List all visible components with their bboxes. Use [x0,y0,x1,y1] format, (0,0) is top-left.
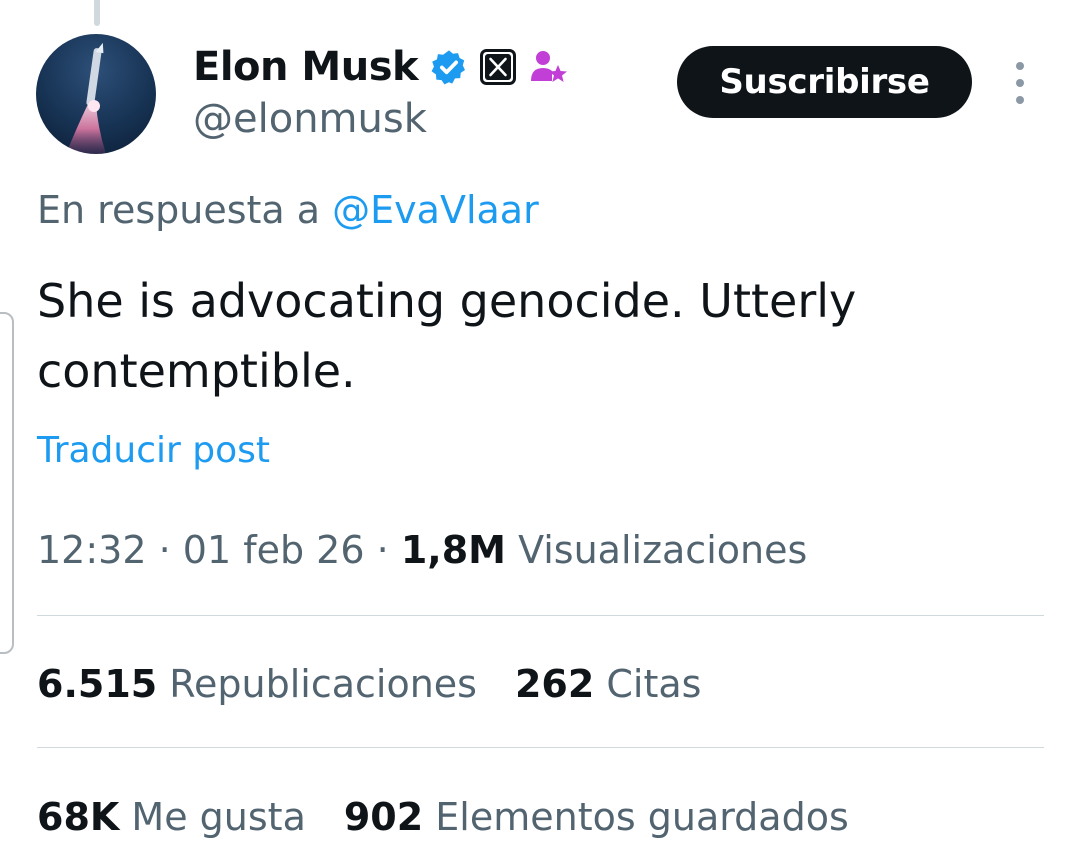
subscribe-button[interactable]: Suscribirse [677,46,972,118]
x-affiliate-badge-icon[interactable] [480,49,517,85]
meta-separator: · [376,528,389,572]
avatar[interactable] [36,34,156,154]
author-handle[interactable]: @elonmusk [193,96,427,142]
likes-count: 68K [37,795,120,839]
verified-badge-icon[interactable] [430,48,468,86]
reposts-label: Republicaciones [169,662,477,706]
views-count: 1,8M [400,528,506,572]
divider [37,615,1044,616]
views-label: Visualizaciones [518,528,808,572]
person-star-icon[interactable] [528,47,568,87]
author-name-row: Elon Musk [193,40,568,94]
quotes-stat[interactable]: 262 Citas [515,662,702,706]
post-date[interactable]: 01 feb 26 [183,528,365,572]
author-display-name[interactable]: Elon Musk [193,44,419,90]
reposts-stat[interactable]: 6.515 Republicaciones [37,662,477,706]
translate-post-link[interactable]: Traducir post [37,430,270,471]
post-meta: 12:32 · 01 feb 26 · 1,8M Visualizaciones [37,528,807,572]
reply-mention-link[interactable]: @EvaVlaar [332,188,539,232]
rocket-launch-avatar [66,42,106,154]
bookmarks-count: 902 [343,795,424,839]
stats-row-likes-bookmarks: 68K Me gusta 902 Elementos guardados [37,795,849,839]
reposts-count: 6.515 [37,662,158,706]
edge-panel-handle[interactable] [0,312,14,654]
bookmarks-stat[interactable]: 902 Elementos guardados [344,795,849,839]
quotes-count: 262 [514,662,595,706]
likes-label: Me gusta [131,795,306,839]
likes-stat[interactable]: 68K Me gusta [37,795,306,839]
post-text: She is advocating genocide. Utterly cont… [37,274,857,398]
quotes-label: Citas [606,662,702,706]
reply-prefix: En respuesta a [37,188,321,232]
post-time[interactable]: 12:32 [37,528,147,572]
thread-connector-line [94,0,100,26]
bookmarks-label: Elementos guardados [435,795,849,839]
more-vertical-icon[interactable] [1006,62,1034,104]
reply-context: En respuesta a @EvaVlaar [37,188,539,232]
divider [37,747,1044,748]
stats-row-reposts-quotes: 6.515 Republicaciones 262 Citas [37,662,701,706]
meta-separator: · [158,528,171,572]
